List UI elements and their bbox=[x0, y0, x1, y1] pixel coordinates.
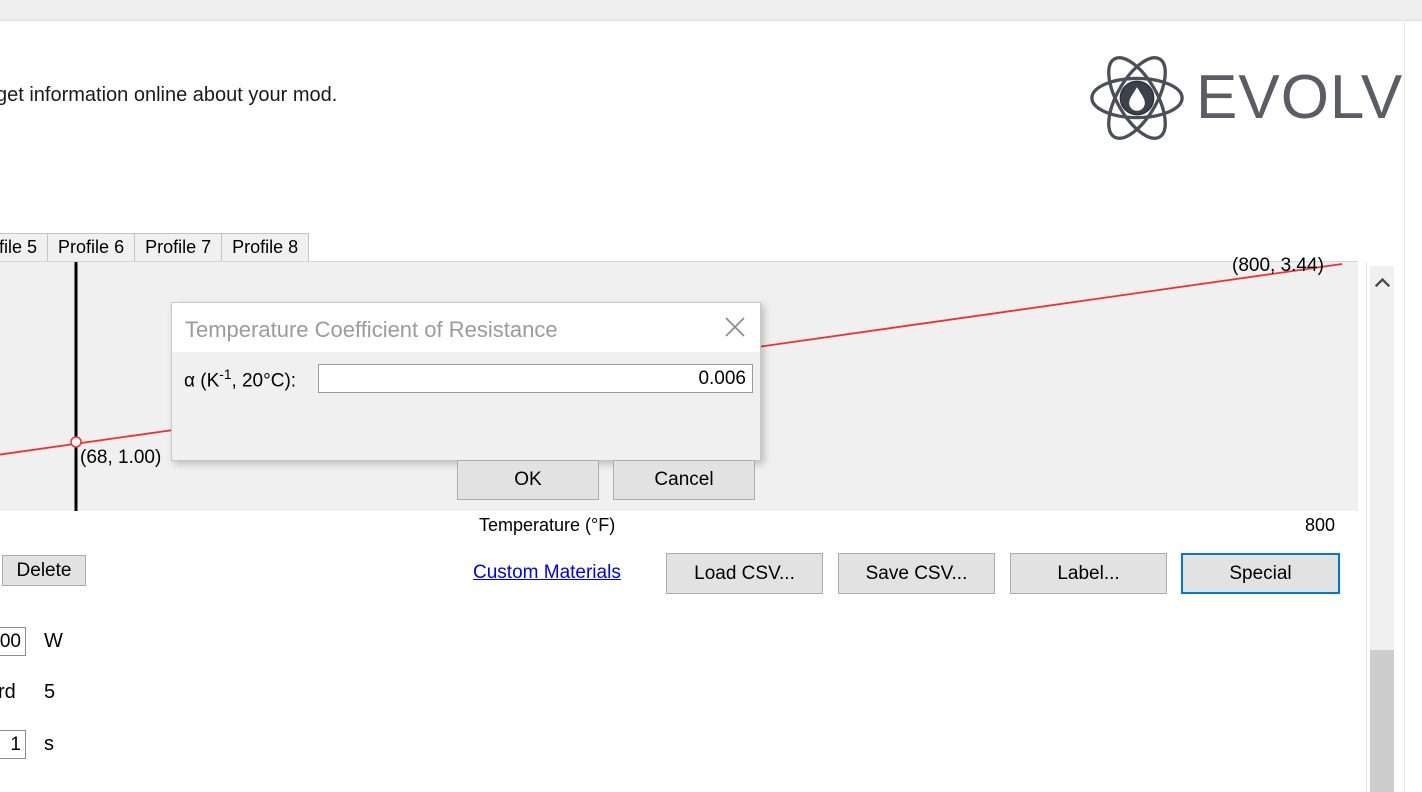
label-button[interactable]: Label... bbox=[1010, 553, 1167, 594]
app-window: get information online about your mod. E… bbox=[0, 0, 1422, 792]
header-tagline: get information online about your mod. bbox=[0, 84, 337, 107]
window-right-edge bbox=[1404, 20, 1405, 792]
tab-profile-5[interactable]: Profile 5 bbox=[0, 233, 48, 262]
alpha-input[interactable] bbox=[318, 364, 753, 393]
close-glyph bbox=[724, 316, 746, 338]
close-icon[interactable] bbox=[718, 311, 752, 343]
alpha-label-post: , 20°C): bbox=[231, 370, 296, 391]
dialog-title: Temperature Coefficient of Resistance bbox=[185, 317, 558, 343]
tcr-dialog: Temperature Coefficient of Resistance α … bbox=[171, 302, 761, 461]
time-unit-label: s bbox=[44, 733, 54, 756]
dialog-body: α (K-1, 20°C): OK Cancel bbox=[172, 352, 760, 462]
power-input[interactable]: 00 bbox=[0, 627, 26, 656]
window-top-strip bbox=[0, 0, 1422, 21]
tab-profile-7[interactable]: Profile 7 bbox=[134, 233, 222, 262]
tab-profile-6[interactable]: Profile 6 bbox=[47, 233, 135, 262]
alpha-label-exponent: -1 bbox=[219, 367, 231, 382]
data-label-start: (68, 1.00) bbox=[80, 447, 161, 469]
vertical-scrollbar-thumb[interactable] bbox=[1370, 650, 1394, 792]
load-csv-button[interactable]: Load CSV... bbox=[666, 553, 823, 594]
custom-materials-link[interactable]: Custom Materials bbox=[473, 562, 621, 584]
tab-profile-8[interactable]: Profile 8 bbox=[221, 233, 309, 262]
x-axis-title: Temperature (°F) bbox=[479, 515, 615, 536]
chevron-up-icon[interactable] bbox=[1370, 268, 1394, 296]
chevron-up-glyph bbox=[1375, 278, 1390, 287]
atom-logo-icon bbox=[1088, 49, 1186, 147]
brand-wordmark: EVOLV bbox=[1196, 67, 1403, 129]
alpha-label-pre: α (K bbox=[184, 370, 219, 391]
evolv-logo: EVOLV bbox=[1088, 48, 1388, 148]
time-input[interactable]: 1 bbox=[0, 730, 26, 759]
dialog-titlebar: Temperature Coefficient of Resistance bbox=[172, 303, 760, 352]
delete-button[interactable]: Delete bbox=[2, 555, 86, 586]
save-csv-button[interactable]: Save CSV... bbox=[838, 553, 995, 594]
power-unit-label: W bbox=[44, 630, 63, 653]
cancel-button[interactable]: Cancel bbox=[613, 460, 755, 500]
special-button[interactable]: Special bbox=[1181, 553, 1340, 594]
x-axis-max-tick: 800 bbox=[1305, 515, 1335, 536]
alpha-field-label: α (K-1, 20°C): bbox=[184, 367, 296, 392]
profile-tabstrip: Profile 5 Profile 6 Profile 7 Profile 8 bbox=[0, 233, 308, 262]
partial-row-label: rd bbox=[0, 681, 16, 704]
data-point-marker bbox=[71, 437, 81, 447]
partial-row-value: 5 bbox=[44, 681, 55, 704]
ok-button[interactable]: OK bbox=[457, 460, 599, 500]
data-label-end: (800, 3.44) bbox=[1232, 255, 1324, 277]
